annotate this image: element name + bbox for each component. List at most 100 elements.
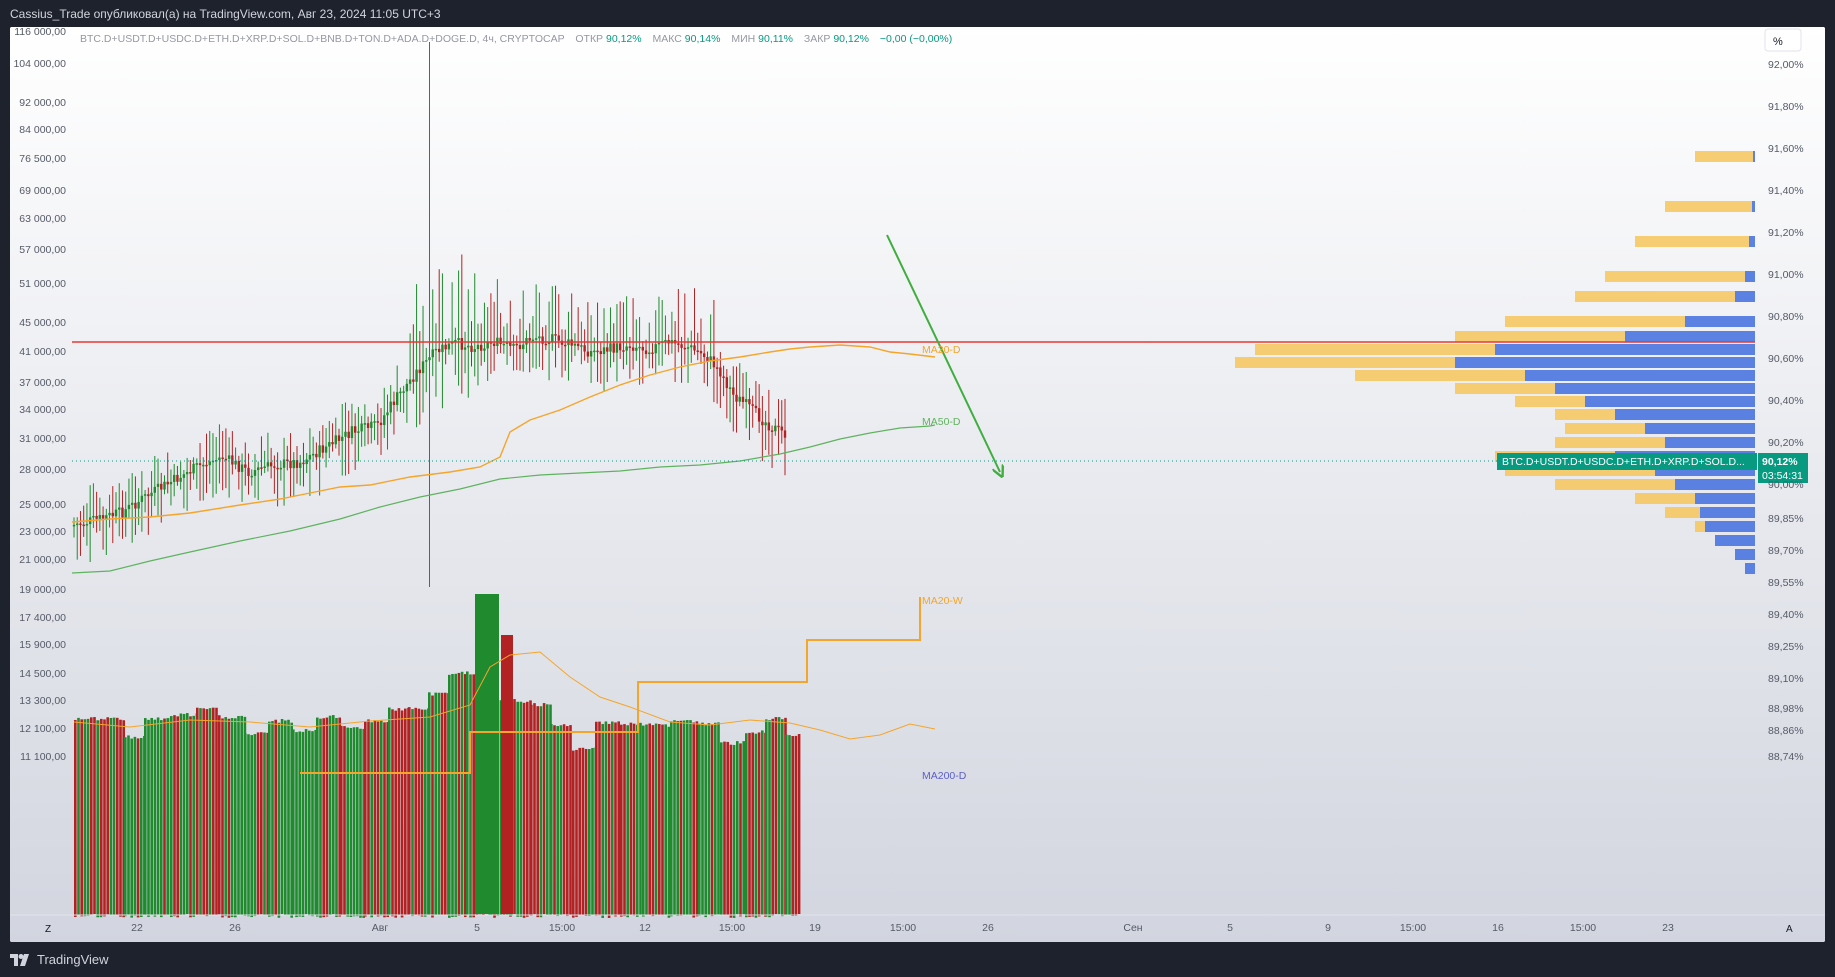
volume-bar bbox=[562, 724, 566, 915]
candle-body bbox=[244, 464, 247, 468]
volume-bar bbox=[96, 720, 99, 918]
candle-body bbox=[509, 342, 512, 346]
volume-bar bbox=[144, 718, 147, 916]
volume-bar bbox=[698, 723, 701, 916]
volume-bar bbox=[308, 730, 311, 916]
left-axis-tick: 63 000,00 bbox=[19, 213, 66, 225]
volume-bar bbox=[182, 713, 186, 915]
left-axis-tick: 34 000,00 bbox=[19, 404, 66, 416]
x-axis-tick: 12 bbox=[639, 922, 651, 934]
chart-frame[interactable]: MA20-D MA50-D MA20-W MA200-D BTC.D+USDT.D+US… bbox=[10, 27, 1825, 942]
candle-body bbox=[130, 502, 134, 505]
candle-body bbox=[502, 343, 506, 346]
volume-profile-down-bar bbox=[1665, 437, 1755, 448]
candle-body bbox=[680, 344, 683, 348]
left-axis-tick: 11 100,00 bbox=[20, 751, 66, 763]
zoom-toggle-label: Z bbox=[45, 924, 51, 935]
volume-bar bbox=[636, 724, 639, 917]
x-axis-tick: 16 bbox=[1492, 922, 1504, 934]
volume-bar bbox=[714, 722, 717, 915]
candle-body bbox=[208, 461, 211, 466]
volume-bar bbox=[604, 721, 608, 916]
left-axis-tick: 45 000,00 bbox=[19, 317, 66, 329]
scale-percent-button[interactable]: % bbox=[1764, 28, 1802, 52]
candle-body bbox=[95, 515, 98, 519]
candle-body bbox=[150, 492, 153, 497]
volume-profile-up-bar bbox=[1355, 370, 1525, 381]
volume-bar bbox=[794, 735, 798, 916]
chart-canvas[interactable]: MA20-D MA50-D MA20-W MA200-D BTC.D+USDT.D+US… bbox=[10, 27, 1825, 942]
volume-bar bbox=[428, 692, 431, 915]
volume-bar bbox=[196, 707, 199, 915]
auto-scale-toggle[interactable]: A bbox=[1786, 924, 1793, 935]
x-axis-tick: 19 bbox=[809, 922, 821, 934]
candle-body bbox=[379, 422, 383, 426]
left-axis-tick: 23 000,00 bbox=[19, 526, 66, 538]
candle-body bbox=[202, 464, 205, 467]
zoom-toggle[interactable]: Z bbox=[45, 924, 51, 935]
candle-body bbox=[357, 431, 360, 433]
volume-bar bbox=[553, 725, 556, 916]
volume-profile-down-bar bbox=[1745, 271, 1755, 282]
candle-body bbox=[564, 344, 567, 347]
price-badge-value: 90,12% bbox=[1762, 456, 1798, 468]
right-axis-tick: 90,60% bbox=[1768, 353, 1804, 365]
candle-body bbox=[269, 462, 273, 467]
candle-body bbox=[179, 477, 182, 482]
candle-body bbox=[654, 344, 657, 354]
volume-bar bbox=[304, 729, 308, 915]
volume-bar bbox=[723, 741, 726, 915]
volume-bar bbox=[150, 717, 153, 915]
candle-body bbox=[257, 467, 260, 471]
candle-body bbox=[538, 336, 541, 339]
volume-bar bbox=[516, 701, 519, 917]
volume-bar bbox=[253, 734, 257, 917]
candle-body bbox=[344, 431, 347, 437]
volume-bar bbox=[707, 723, 711, 916]
candle-body bbox=[463, 347, 467, 350]
x-axis-tick: 15:00 bbox=[1400, 922, 1426, 934]
candle-body bbox=[725, 377, 729, 389]
volume-profile-down-bar bbox=[1625, 331, 1755, 342]
candle-body bbox=[318, 445, 321, 458]
candle-body bbox=[732, 387, 735, 395]
volume-bar bbox=[420, 709, 424, 917]
volume-bar bbox=[325, 717, 329, 917]
volume-bar bbox=[710, 724, 714, 917]
volume-bar bbox=[417, 708, 421, 916]
candle-body bbox=[276, 467, 279, 470]
volume-bar bbox=[136, 738, 140, 918]
candle-body bbox=[767, 422, 771, 431]
candle-body bbox=[470, 345, 473, 352]
legend-close-value: 90,12% bbox=[833, 33, 869, 45]
volume-bar bbox=[437, 692, 441, 915]
candle-body bbox=[299, 462, 302, 468]
volume-bar bbox=[765, 719, 768, 917]
left-axis-tick: 76 500,00 bbox=[19, 153, 66, 165]
volume-bar bbox=[424, 709, 427, 917]
volume-bar bbox=[383, 722, 386, 918]
candle-body bbox=[425, 360, 428, 362]
volume-bar bbox=[642, 725, 645, 917]
candle-body bbox=[92, 515, 95, 518]
tradingview-logo[interactable]: TradingView bbox=[0, 952, 109, 967]
left-axis-tick: 37 000,00 bbox=[19, 377, 66, 389]
volume-bar bbox=[526, 701, 529, 917]
candle-body bbox=[648, 352, 651, 355]
volume-profile-up-bar bbox=[1505, 316, 1685, 327]
volume-bar bbox=[729, 744, 733, 918]
left-axis-tick: 17 400,00 bbox=[19, 612, 66, 624]
volume-profile-down-bar bbox=[1615, 409, 1755, 420]
volume-profile-up-bar bbox=[1565, 423, 1645, 434]
x-axis-tick: 15:00 bbox=[1570, 922, 1596, 934]
volume-bar bbox=[791, 736, 794, 917]
volume-profile-up-bar bbox=[1455, 383, 1555, 394]
right-axis-tick: 90,20% bbox=[1768, 437, 1804, 449]
candle-body bbox=[780, 426, 783, 431]
volume-bar bbox=[352, 727, 356, 917]
volume-bar bbox=[695, 721, 699, 917]
volume-bar bbox=[83, 719, 87, 917]
volume-profile-up-bar bbox=[1635, 236, 1749, 247]
candle-body bbox=[499, 337, 502, 344]
candle-body bbox=[386, 412, 389, 416]
